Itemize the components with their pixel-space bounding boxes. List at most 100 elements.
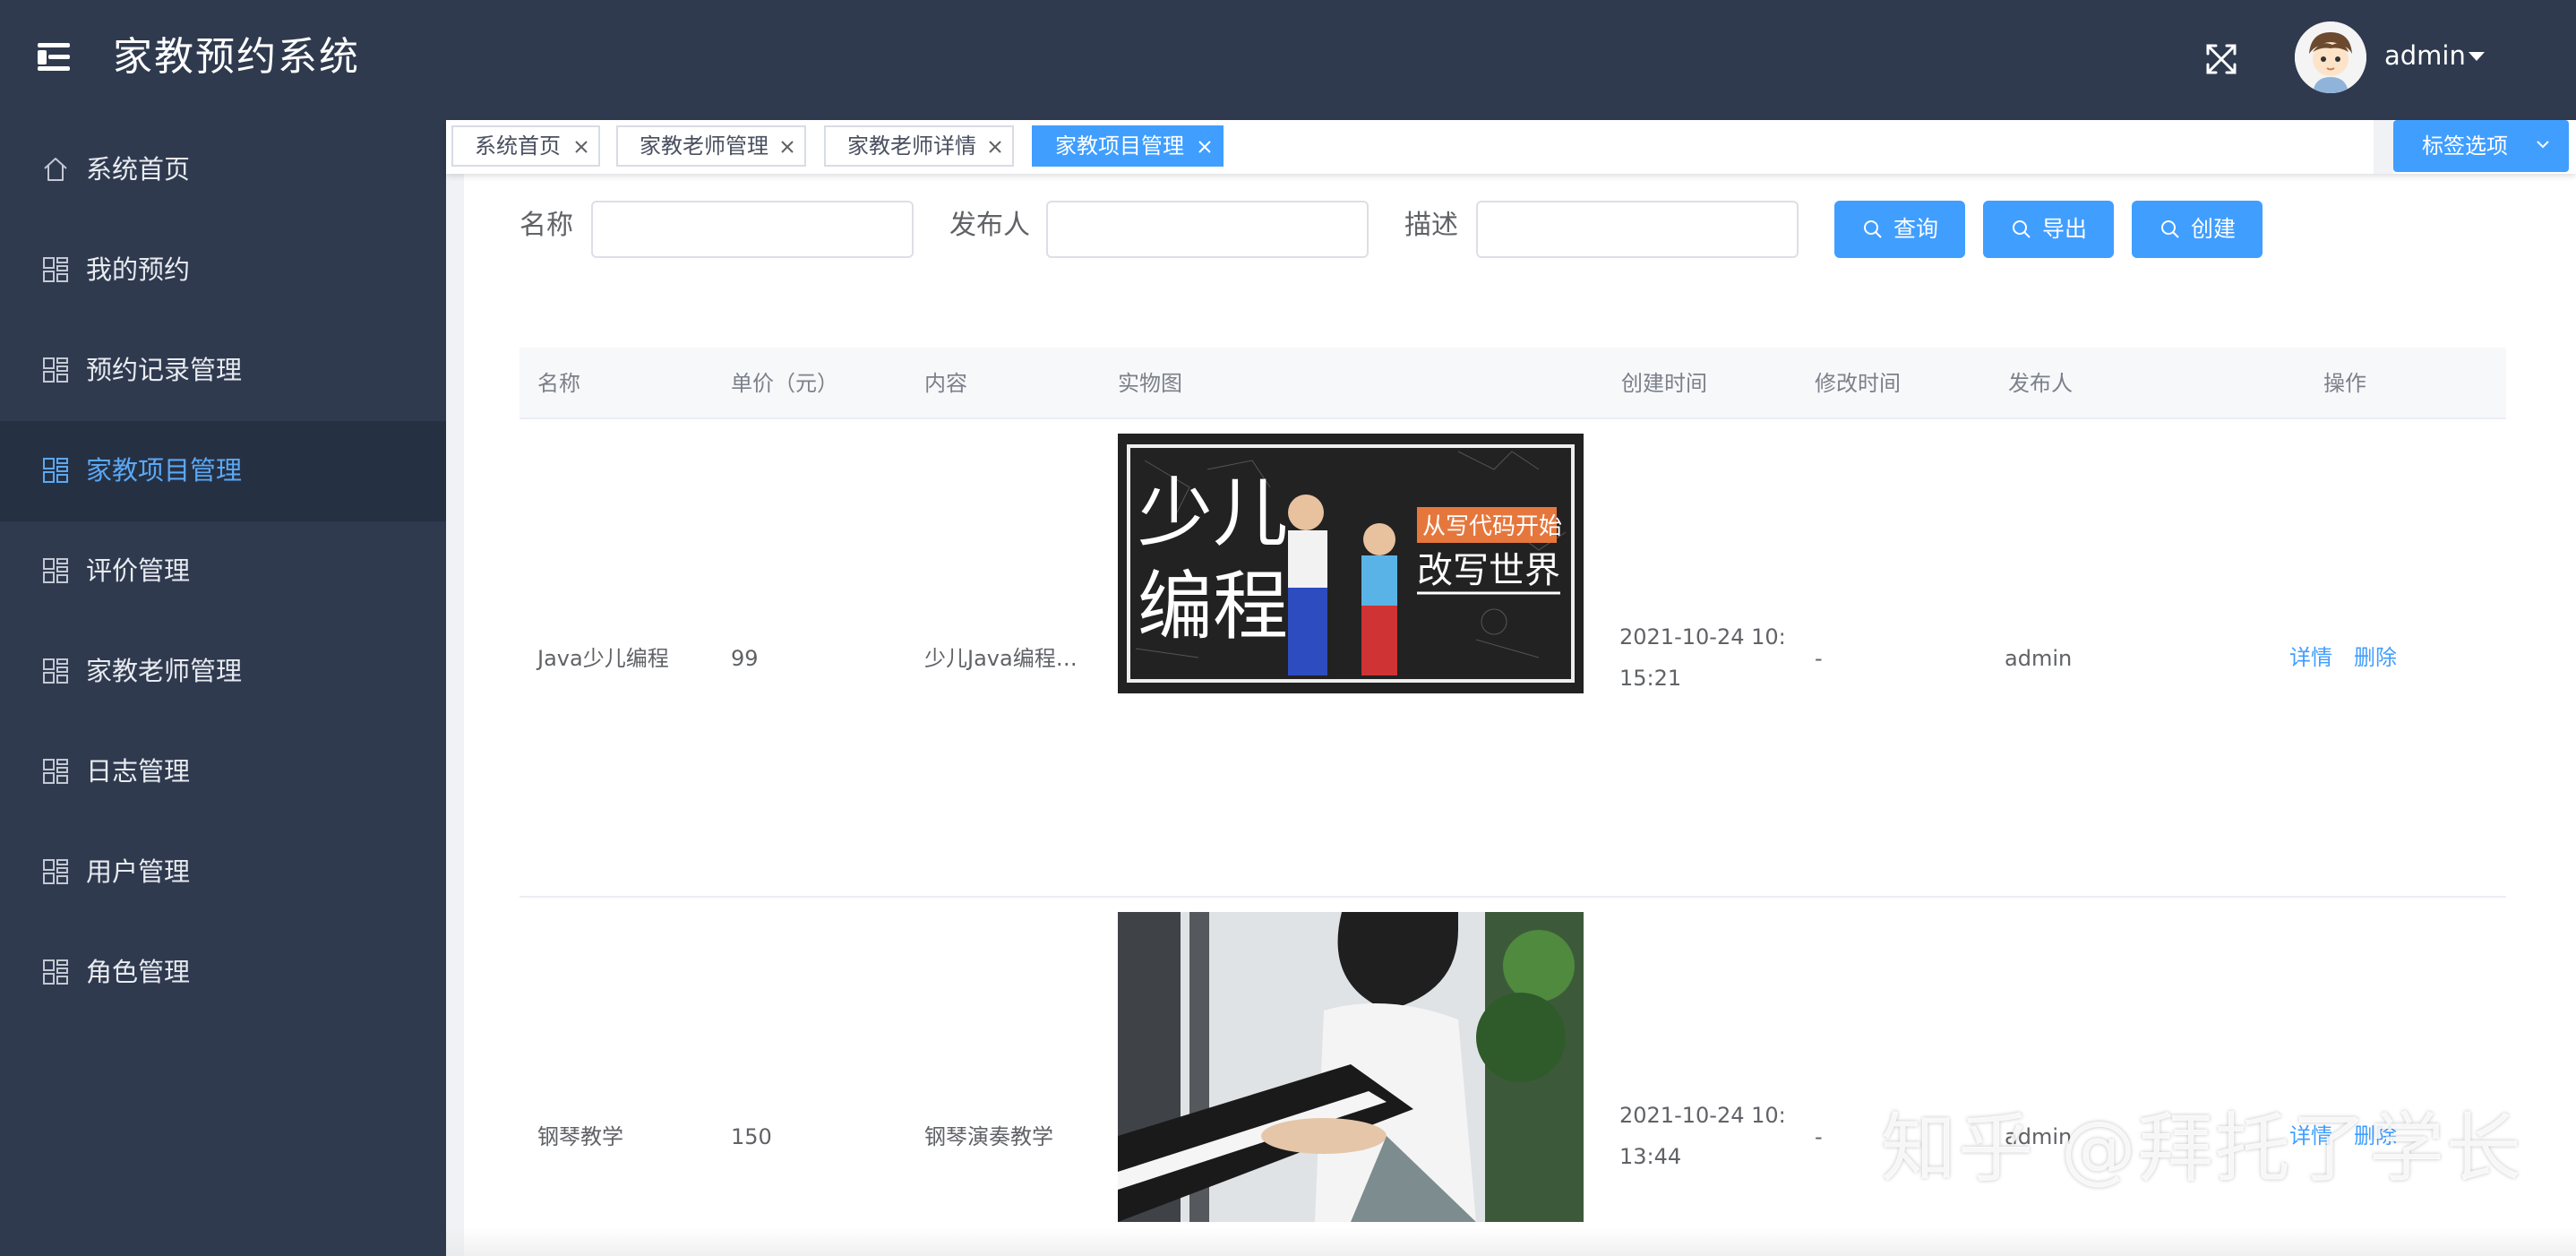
grid-icon [43,859,68,884]
close-icon[interactable] [573,139,589,155]
coding-kids-poster-icon: 少儿 编程 从写代码开始 改写世界 [1118,434,1584,693]
thumbnail-image[interactable] [1118,912,1584,1222]
poster-badge: 从写代码开始 [1422,513,1562,540]
cell-name: 钢琴教学 [537,1124,623,1149]
publisher-label: 发布人 [949,210,1030,241]
tags-divider [2374,120,2393,174]
grid-icon [43,357,68,383]
menu-toggle-icon[interactable] [38,41,70,72]
cell-created: 2021-10-24 10: 13:44 [1619,1103,1786,1169]
name-label: 名称 [519,210,573,241]
cell-price: 150 [731,1124,772,1149]
app-root: 家教预约系统 admin 系统首页 我的预约 预约记录管理 家教项目管理 评价管… [0,0,2576,1256]
cell-publisher: admin [2005,646,2073,671]
column-header-content: 内容 [924,371,967,396]
column-header-modified: 修改时间 [1815,371,1901,396]
sidebar-item-booking-records[interactable]: 预约记录管理 [0,321,446,421]
sidebar-item-label: 评价管理 [86,555,191,586]
poster-slogan: 改写世界 [1417,550,1560,591]
cell-content: 少儿Java编程… [924,646,1078,671]
sidebar-item-my-bookings[interactable]: 我的预约 [0,220,446,321]
tag-label: 家教老师详情 [847,133,976,159]
sidebar: 系统首页 我的预约 预约记录管理 家教项目管理 评价管理 家教老师管理 日志管理… [0,120,446,1256]
user-dropdown-icon[interactable] [2469,52,2485,61]
tag-home[interactable]: 系统首页 [451,125,600,167]
column-header-publisher: 发布人 [2008,371,2073,396]
description-label: 描述 [1404,210,1458,241]
piano-lesson-photo-icon [1118,912,1584,1222]
sidebar-item-label: 角色管理 [86,957,191,987]
row-divider [519,896,2506,898]
cell-name: Java少儿编程 [537,646,669,671]
name-input[interactable] [591,201,914,258]
grid-icon [43,558,68,583]
grid-icon [43,959,68,985]
cell-modified: - [1815,646,1823,671]
close-icon[interactable] [779,139,795,155]
sidebar-item-home[interactable]: 系统首页 [0,120,446,220]
search-icon [2013,220,2031,238]
user-name[interactable]: admin [2384,38,2466,73]
sidebar-item-logs[interactable]: 日志管理 [0,722,446,822]
column-header-actions: 操作 [2323,371,2366,396]
sidebar-item-label: 日志管理 [86,756,191,787]
chevron-down-icon [2537,141,2549,149]
user-avatar[interactable] [2295,22,2366,93]
column-header-price: 单价（元） [731,371,838,396]
grid-icon [43,458,68,483]
column-header-image: 实物图 [1118,371,1182,396]
cell-content: 钢琴演奏教学 [924,1124,1053,1149]
sidebar-item-roles[interactable]: 角色管理 [0,923,446,1023]
sidebar-item-tutoring-projects[interactable]: 家教项目管理 [0,421,446,521]
tag-teacher-detail[interactable]: 家教老师详情 [824,125,1014,167]
query-button-label: 查询 [1893,216,1939,242]
search-icon [2161,220,2179,238]
create-button-label: 创建 [2191,216,2237,242]
thumbnail-image[interactable]: 少儿 编程 从写代码开始 改写世界 [1118,434,1584,693]
watermark-text: 知乎 @拜托了学长 [1881,1105,2523,1192]
app-title: 家教预约系统 [113,34,360,80]
create-button[interactable]: 创建 [2132,201,2263,258]
search-icon [1864,220,1882,238]
close-icon[interactable] [987,139,1003,155]
tag-label: 系统首页 [475,133,561,159]
sidebar-item-label: 我的预约 [86,254,191,285]
poster-title-line2: 编程 [1138,563,1288,650]
grid-icon [43,658,68,684]
avatar-illustration-icon [2295,22,2366,93]
top-header: 家教预约系统 admin [0,0,2576,120]
description-input[interactable] [1476,201,1799,258]
poster-title-line1: 少儿 [1138,469,1288,557]
close-icon[interactable] [1197,139,1213,155]
grid-icon [43,257,68,282]
sidebar-item-label: 家教老师管理 [86,656,243,686]
publisher-input[interactable] [1046,201,1369,258]
sidebar-item-reviews[interactable]: 评价管理 [0,521,446,622]
tag-tutoring-projects[interactable]: 家教项目管理 [1032,125,1224,167]
main-content: 名称 发布人 描述 查询 导出 创建 名称 单价（元） 内容 实物图 创建时间 … [464,174,2576,1256]
tag-label: 家教项目管理 [1055,133,1184,159]
export-button-label: 导出 [2042,216,2088,242]
cell-modified: - [1815,1124,1823,1149]
sidebar-item-label: 家教项目管理 [86,455,243,486]
grid-icon [43,759,68,784]
tag-options-label: 标签选项 [2422,133,2508,159]
sidebar-item-teachers[interactable]: 家教老师管理 [0,622,446,722]
tag-teachers[interactable]: 家教老师管理 [616,125,806,167]
delete-link[interactable]: 删除 [2354,640,2397,675]
sidebar-item-label: 用户管理 [86,856,191,887]
fullscreen-icon[interactable] [2205,43,2237,75]
sidebar-item-users[interactable]: 用户管理 [0,822,446,923]
tags-bar: 系统首页 家教老师管理 家教老师详情 家教项目管理 [446,120,2576,174]
detail-link[interactable]: 详情 [2289,640,2332,675]
column-header-name: 名称 [537,371,580,396]
cell-price: 99 [731,646,759,671]
query-button[interactable]: 查询 [1834,201,1965,258]
tag-label: 家教老师管理 [640,133,769,159]
export-button[interactable]: 导出 [1983,201,2114,258]
tag-options-button[interactable]: 标签选项 [2393,120,2569,172]
cell-created: 2021-10-24 10: 15:21 [1619,624,1786,691]
table-header: 名称 单价（元） 内容 实物图 创建时间 修改时间 发布人 操作 [519,348,2506,419]
bottom-shadow [446,1227,2576,1256]
home-icon [44,158,67,181]
